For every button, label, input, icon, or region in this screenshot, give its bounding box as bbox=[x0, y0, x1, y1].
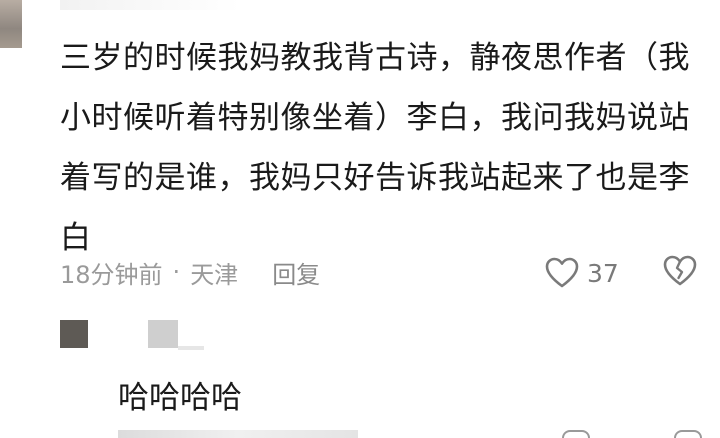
reply-avatar[interactable] bbox=[60, 320, 88, 348]
reply-username-blurred-edge bbox=[178, 346, 204, 350]
like-count: 37 bbox=[587, 258, 619, 288]
heart-icon bbox=[562, 430, 590, 438]
username-blurred bbox=[60, 0, 240, 10]
reply-username-blurred bbox=[148, 320, 178, 348]
comment-meta: 18分钟前 · 天津 回复 bbox=[60, 252, 320, 292]
comment-time: 18分钟前 bbox=[60, 260, 163, 289]
next-comment-partial bbox=[118, 430, 358, 438]
reply-button[interactable]: 回复 bbox=[272, 255, 320, 290]
heart-icon bbox=[545, 257, 579, 289]
like-button[interactable]: 37 bbox=[545, 254, 619, 292]
meta-separator: · bbox=[172, 258, 181, 286]
comment-text: 三岁的时候我妈教我背古诗，静夜思作者（我小时候听着特别像坐着）李白，我问我妈说站… bbox=[60, 40, 690, 256]
comment-thread: 三岁的时候我妈教我背古诗，静夜思作者（我小时候听着特别像坐着）李白，我问我妈说站… bbox=[0, 0, 720, 438]
comment-location: 天津 bbox=[190, 260, 239, 289]
broken-heart-icon[interactable] bbox=[663, 255, 697, 291]
broken-heart-icon bbox=[674, 430, 702, 438]
next-comment-actions-partial bbox=[562, 430, 702, 438]
avatar[interactable] bbox=[0, 0, 22, 48]
reply-text: 哈哈哈哈 bbox=[118, 380, 242, 416]
